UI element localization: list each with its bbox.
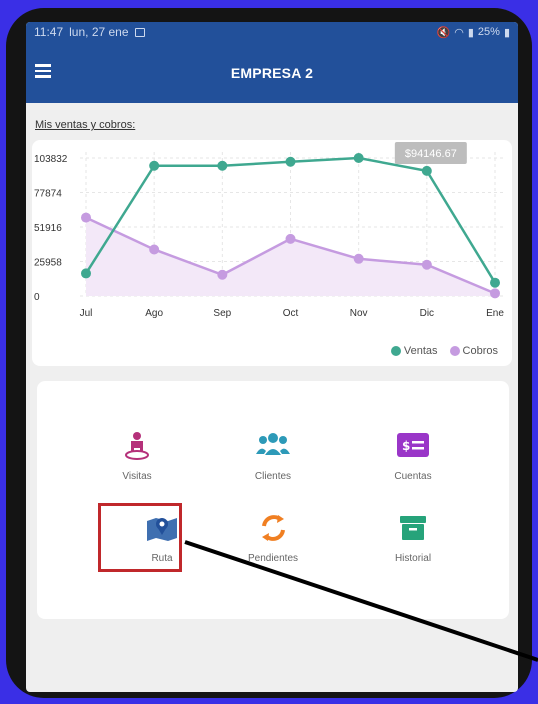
annotation-arrow-line bbox=[184, 540, 538, 662]
